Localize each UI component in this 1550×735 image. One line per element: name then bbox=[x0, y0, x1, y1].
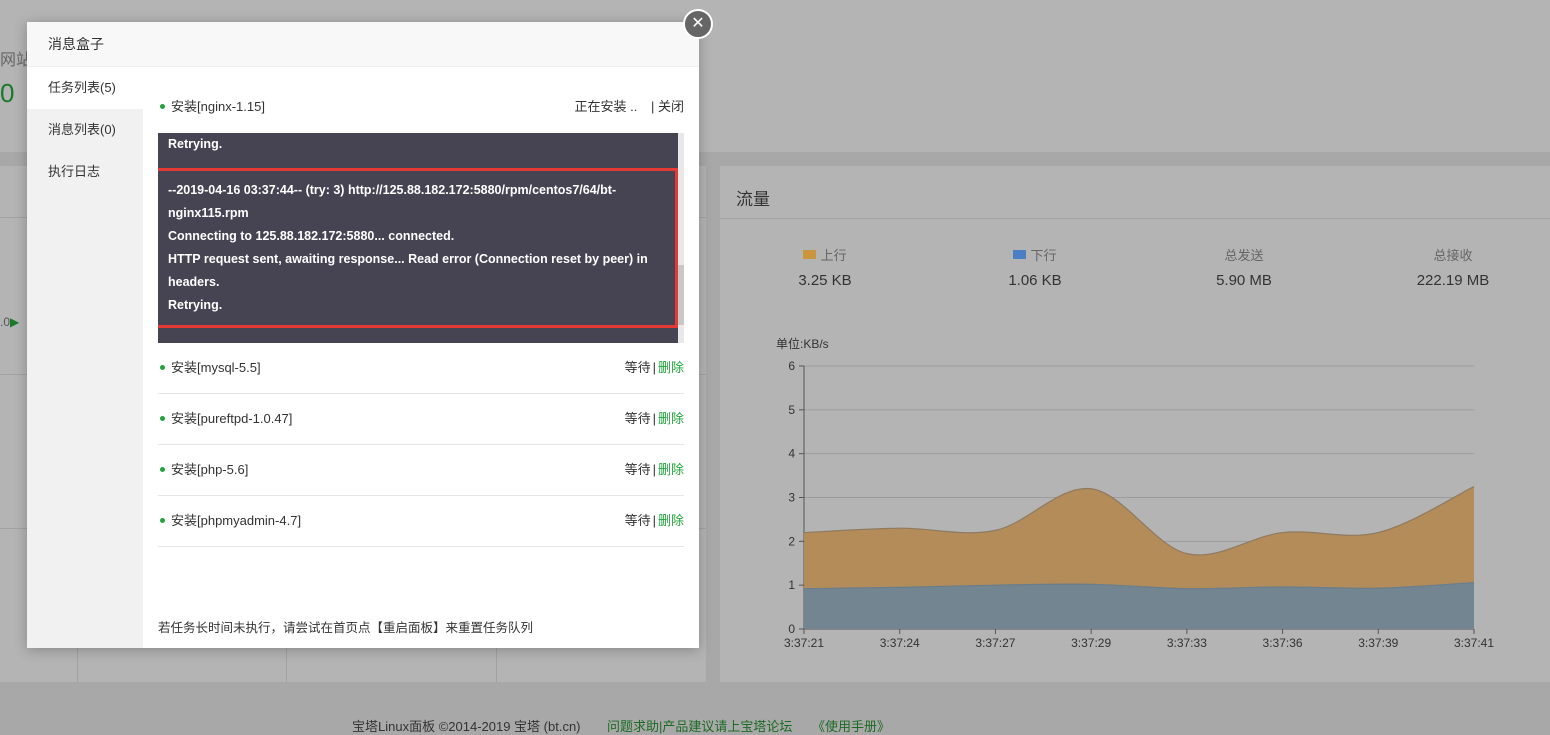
close-icon[interactable]: ✕ bbox=[683, 9, 713, 39]
x-tick-label: 3:37:36 bbox=[1263, 636, 1303, 650]
footer-forum-link[interactable]: 问题求助|产品建议请上宝塔论坛 bbox=[607, 716, 792, 735]
install-log-console[interactable]: Retrying. --2019-04-16 03:37:44-- (try: … bbox=[158, 133, 684, 343]
stat-total-received: 总接收 222.19 MB bbox=[1416, 248, 1490, 289]
site-count-value[interactable]: 0 bbox=[0, 78, 14, 109]
console-scrollbar-thumb[interactable] bbox=[678, 265, 684, 325]
modal-sidebar: 任务列表(5) 消息列表(0) 执行日志 bbox=[27, 67, 143, 648]
modal-title: 消息盒子 bbox=[27, 22, 699, 67]
status-dot-icon bbox=[160, 104, 165, 110]
y-tick-label: 0 bbox=[788, 622, 795, 636]
task-status: 等待 bbox=[624, 360, 651, 375]
tab-execution-log[interactable]: 执行日志 bbox=[27, 151, 143, 193]
task-name: 安装[phpmyadmin-4.7] bbox=[171, 513, 302, 528]
close-task-button[interactable]: | 关闭 bbox=[651, 99, 684, 114]
stat-upload: 上行 3.25 KB bbox=[798, 248, 852, 289]
traffic-title: 流量 bbox=[736, 190, 770, 209]
y-axis-label: 单位:KB/s bbox=[776, 336, 829, 351]
log-line: Retrying. bbox=[168, 137, 223, 151]
task-name: 安装[nginx-1.15] bbox=[171, 99, 265, 114]
x-tick-label: 3:37:24 bbox=[880, 636, 920, 650]
divider bbox=[720, 218, 1550, 219]
footer-manual-link[interactable]: 《使用手册》 bbox=[812, 716, 890, 735]
delete-task-button[interactable]: 删除 bbox=[658, 513, 684, 528]
y-tick-label: 6 bbox=[788, 359, 795, 373]
status-dot-icon bbox=[160, 467, 165, 473]
delete-task-button[interactable]: 删除 bbox=[658, 462, 684, 477]
download-legend-swatch bbox=[1013, 250, 1027, 259]
x-tick-label: 3:37:21 bbox=[784, 636, 824, 650]
console-scrollbar[interactable] bbox=[678, 133, 684, 343]
tab-task-list[interactable]: 任务列表(5) bbox=[27, 67, 143, 109]
task-row: 安装[phpmyadmin-4.7] 等待 | 删除 bbox=[158, 496, 684, 547]
task-status: 等待 bbox=[624, 462, 651, 477]
x-tick-label: 3:37:27 bbox=[975, 636, 1015, 650]
x-tick-label: 3:37:29 bbox=[1071, 636, 1111, 650]
delete-task-button[interactable]: 删除 bbox=[658, 360, 684, 375]
task-status: 等待 bbox=[624, 411, 651, 426]
task-name: 安装[pureftpd-1.0.47] bbox=[171, 411, 293, 426]
task-row: 安装[mysql-5.5] 等待 | 删除 bbox=[158, 343, 684, 394]
delete-task-button[interactable]: 删除 bbox=[658, 411, 684, 426]
traffic-chart: 单位:KB/s 0 1 2 3 4 5 6 3:37:21 3:37:24 3:37:27 3:37:… bbox=[760, 330, 1520, 660]
queue-hint: 若任务长时间未执行，请尝试在首页点【重启面板】来重置任务队列 bbox=[158, 621, 534, 635]
footer-copyright: 宝塔Linux面板 ©2014-2019 宝塔 (bt.cn) bbox=[352, 719, 581, 734]
task-row: 安装[php-5.6] 等待 | 删除 bbox=[158, 445, 684, 496]
y-tick-label: 5 bbox=[788, 403, 795, 417]
stat-download: 下行 1.06 KB bbox=[1008, 248, 1062, 289]
y-tick-label: 3 bbox=[788, 491, 795, 505]
current-task-row: 安装[nginx-1.15] 正在安装 .. | 关闭 bbox=[158, 87, 684, 127]
task-status: 等待 bbox=[624, 513, 651, 528]
y-tick-label: 1 bbox=[788, 578, 795, 592]
x-tick-label: 3:37:33 bbox=[1167, 636, 1207, 650]
message-box-modal: 消息盒子 任务列表(5) 消息列表(0) 执行日志 安装[nginx-1.15]… bbox=[27, 22, 699, 648]
status-dot-icon bbox=[160, 518, 165, 524]
status-dot-icon bbox=[160, 416, 165, 422]
speed-readout: .0▶ bbox=[0, 315, 20, 329]
task-list-content: 安装[nginx-1.15] 正在安装 .. | 关闭 Retrying. --… bbox=[158, 67, 684, 648]
series-area-download bbox=[804, 582, 1474, 629]
task-row: 安装[pureftpd-1.0.47] 等待 | 删除 bbox=[158, 394, 684, 445]
stat-total-sent: 总发送 5.90 MB bbox=[1216, 248, 1272, 289]
y-tick-label: 4 bbox=[788, 447, 795, 461]
upload-legend-swatch bbox=[803, 250, 817, 259]
status-dot-icon bbox=[160, 365, 165, 371]
task-status: 正在安装 .. bbox=[574, 99, 638, 114]
x-tick-label: 3:37:41 bbox=[1454, 636, 1494, 650]
task-name: 安装[mysql-5.5] bbox=[171, 360, 261, 375]
y-tick-label: 2 bbox=[788, 534, 795, 548]
traffic-chart-svg: 单位:KB/s 0 1 2 3 4 5 6 3:37:21 3:37:24 3:37:27 3:37:… bbox=[776, 336, 1494, 650]
x-tick-label: 3:37:39 bbox=[1358, 636, 1398, 650]
task-name: 安装[php-5.6] bbox=[171, 462, 249, 477]
tab-message-list[interactable]: 消息列表(0) bbox=[27, 109, 143, 151]
highlight-annotation bbox=[158, 168, 678, 328]
